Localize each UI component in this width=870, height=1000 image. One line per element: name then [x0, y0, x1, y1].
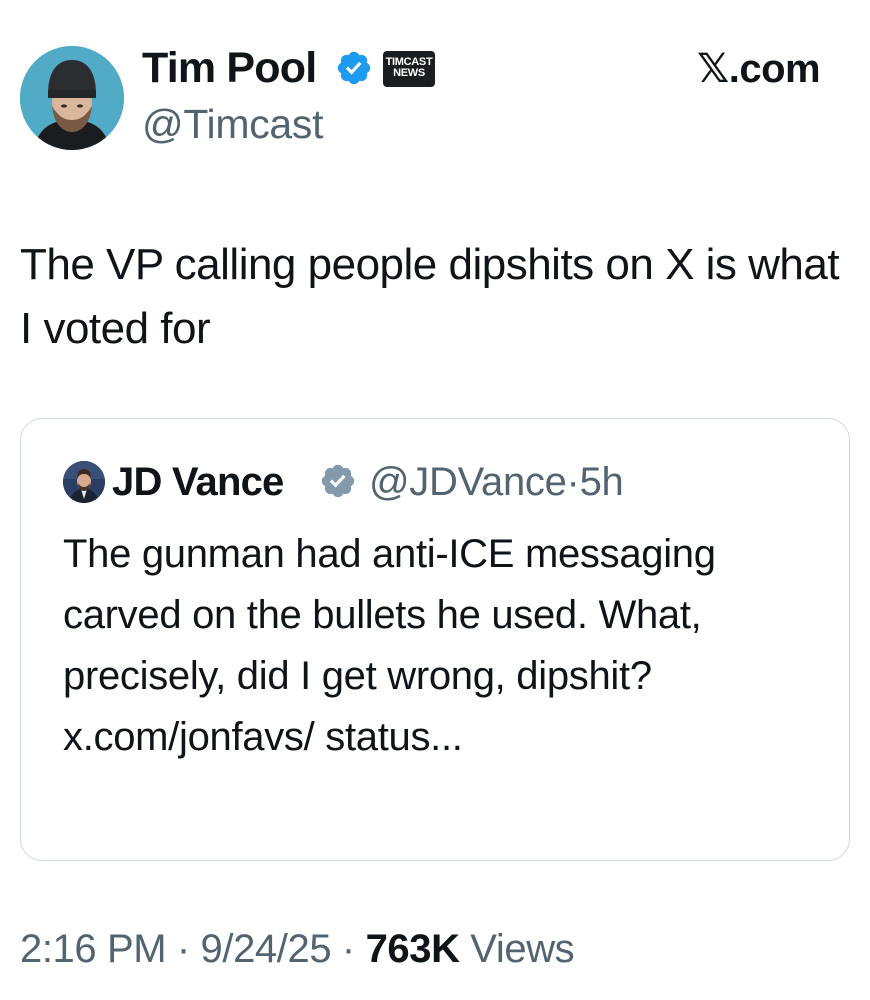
- author-display-name[interactable]: Tim Pool: [142, 43, 317, 93]
- author-handle[interactable]: @Timcast: [142, 101, 324, 147]
- quoted-author-handle[interactable]: @JDVance: [369, 460, 567, 504]
- author-avatar[interactable]: [20, 46, 124, 150]
- separator-dot: ·: [166, 927, 201, 971]
- quoted-author-handle-row: @JDVance·5h: [369, 459, 624, 505]
- tweet-time[interactable]: 2:16 PM: [20, 927, 167, 971]
- quoted-author-display-name[interactable]: JD Vance: [112, 459, 284, 505]
- quoted-tweet-card[interactable]: JD Vance @JDVance·5h The gunman had anti…: [20, 418, 850, 861]
- verified-badge-icon[interactable]: [319, 462, 357, 500]
- views-label: Views: [459, 927, 575, 971]
- org-badge-line2: NEWS: [393, 67, 425, 79]
- profile-photo-icon: [20, 46, 124, 150]
- quoted-author-avatar[interactable]: [63, 461, 105, 503]
- quoted-tweet-text: The gunman had anti-ICE messaging carved…: [63, 532, 716, 759]
- tweet-text: The VP calling people dipshits on X is w…: [20, 240, 840, 353]
- x-logo: 𝕏.com: [697, 47, 821, 91]
- tweet-meta: 2:16 PM · 9/24/25 · 763K Views: [20, 924, 575, 974]
- separator-dot: ·: [331, 927, 366, 971]
- views-count: 763K: [365, 927, 460, 971]
- tweet-date[interactable]: 9/24/25: [201, 927, 332, 971]
- organization-badge[interactable]: TIMCAST NEWS: [383, 51, 435, 87]
- separator-dot: ·: [566, 460, 580, 504]
- quoted-timestamp[interactable]: 5h: [580, 460, 624, 504]
- profile-photo-icon: [63, 461, 105, 503]
- verified-badge-icon[interactable]: [335, 49, 373, 87]
